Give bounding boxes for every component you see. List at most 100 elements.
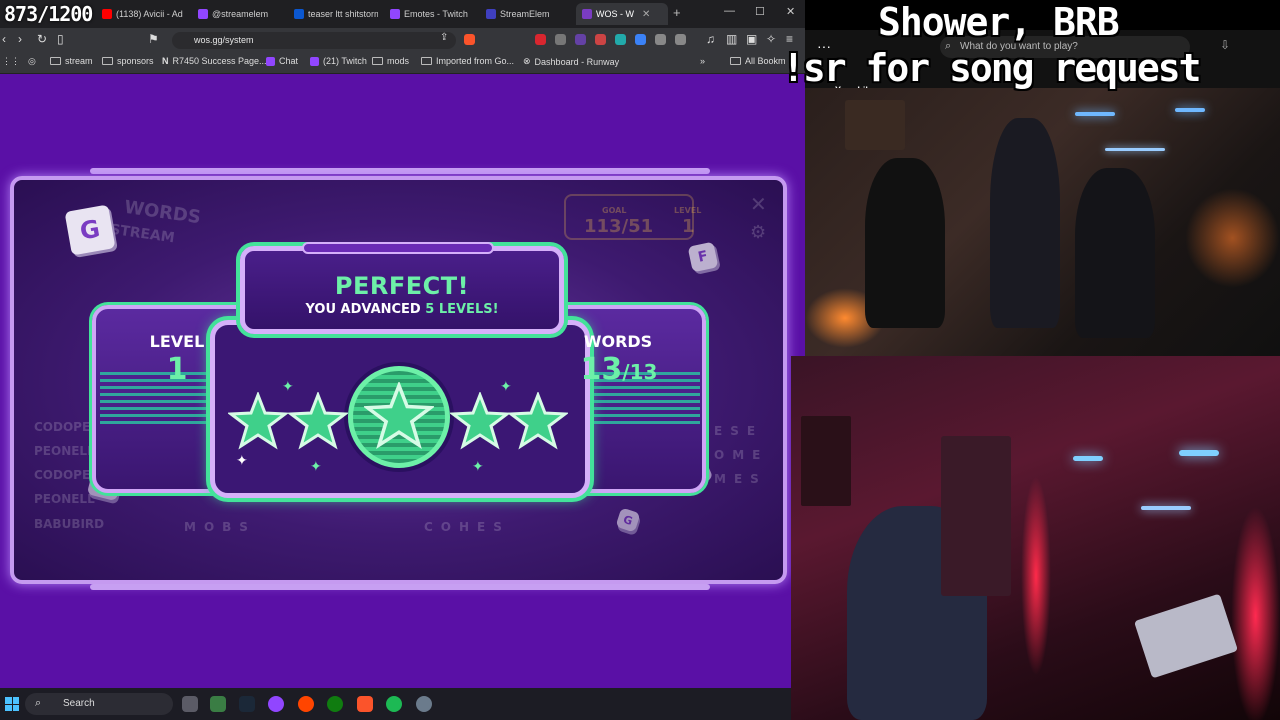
back-icon[interactable]: ‹ — [2, 32, 6, 46]
twitch-icon — [266, 56, 275, 66]
all-bookmarks[interactable]: All Bookm — [730, 56, 786, 66]
address-bar[interactable]: wos.gg/system — [172, 32, 456, 49]
search-icon: ⌕ — [35, 697, 42, 709]
twitch-icon[interactable] — [268, 696, 284, 712]
twitch-icon — [198, 9, 208, 19]
tab-label: StreamElem — [500, 9, 550, 19]
ghost-word: MOBS — [184, 520, 256, 534]
gaming-chair — [865, 158, 945, 328]
close-tab-icon[interactable]: ✕ — [642, 9, 650, 20]
bookmark-chat[interactable]: Chat — [266, 56, 298, 66]
reload-icon[interactable]: ↻ — [37, 32, 47, 46]
star-icon — [288, 392, 348, 450]
ghost-name: PEONELL — [34, 492, 95, 506]
install-icon[interactable]: ⇩ — [1220, 38, 1230, 52]
extension-icon[interactable] — [635, 34, 646, 45]
minecraft-icon[interactable] — [210, 696, 226, 712]
ghost-name: BABUBIRD — [34, 517, 105, 531]
more-bookmarks-icon[interactable]: » — [700, 56, 705, 66]
tab-streamelements-1[interactable]: @streamelem — [192, 3, 282, 25]
streamelements-icon — [486, 9, 496, 19]
wos-icon — [582, 9, 592, 19]
extension-icon[interactable] — [555, 34, 566, 45]
windows-start-icon[interactable] — [5, 697, 19, 711]
task-view-icon[interactable] — [182, 696, 198, 712]
tab-wos[interactable]: WOS - W ✕ — [576, 3, 668, 25]
new-tab-button[interactable]: + — [673, 5, 681, 20]
banner-lights — [302, 242, 494, 254]
obs-icon[interactable] — [298, 696, 314, 712]
steam-icon[interactable] — [239, 696, 255, 712]
song-request-overlay: !sr for song request — [782, 46, 1202, 90]
star-icon — [228, 392, 288, 450]
extension-icon[interactable] — [535, 34, 546, 45]
extension-icon[interactable] — [595, 34, 606, 45]
apps-icon[interactable]: ⋮⋮ — [2, 56, 20, 67]
sidebar-icon[interactable]: ▯ — [57, 32, 64, 46]
level-label-bg: LEVEL — [674, 206, 702, 215]
sidebar-toggle-icon[interactable]: ▥ — [726, 32, 737, 46]
extension-icon[interactable] — [575, 34, 586, 45]
advanced-prefix: YOU ADVANCED — [305, 302, 421, 317]
frame-bottom-bar — [90, 584, 710, 590]
ghost-word: ESE — [714, 424, 764, 438]
brave-icon[interactable] — [357, 696, 373, 712]
ghost-name: CODOPE — [34, 420, 91, 434]
bookmark-imported[interactable]: Imported from Go... — [421, 56, 514, 66]
maximize-button[interactable]: ☐ — [755, 5, 765, 18]
folder-icon — [102, 57, 113, 65]
xbox-icon[interactable] — [327, 696, 343, 712]
bookmark-label: sponsors — [117, 56, 154, 66]
extension-icon[interactable] — [675, 34, 686, 45]
webcam-top — [805, 88, 1280, 356]
bookmark-label: All Bookm — [745, 56, 786, 66]
sparkle-icon: ✦ — [282, 378, 294, 394]
leo-icon[interactable]: ✧ — [766, 32, 776, 46]
globe-icon[interactable]: ◎ — [28, 56, 36, 67]
level-label: LEVEL — [149, 332, 205, 351]
tab-streamelements-2[interactable]: StreamElem — [480, 3, 572, 25]
bookmark-label: (21) Twitch — [323, 56, 367, 66]
bookmark-sponsors[interactable]: sponsors — [102, 56, 154, 66]
bookmark-label: Chat — [279, 56, 299, 66]
logo-stream: STREAM — [109, 221, 176, 247]
bookmark-runway[interactable]: ⊗ Dashboard - Runway — [523, 56, 619, 67]
screen: (1138) Avicii - Ad @streamelem teaser lt… — [0, 0, 1280, 720]
menu-icon[interactable]: ≡ — [786, 32, 793, 46]
extension-icon[interactable] — [655, 34, 666, 45]
media-icon[interactable]: ♫ — [706, 32, 715, 46]
ghost-name: CODOPE — [34, 468, 91, 482]
tab-youtube[interactable]: (1138) Avicii - Ad — [96, 3, 188, 25]
extension-icon[interactable] — [615, 34, 626, 45]
frame-top-bar — [90, 168, 710, 174]
bookmark-stream[interactable]: stream — [50, 56, 93, 66]
goal-value: 113/51 — [584, 216, 654, 237]
ghost-name: PEONELL — [34, 444, 95, 458]
bookmarks-bar: ⋮⋮ ◎ stream sponsors N R7450 Success Page… — [0, 52, 805, 74]
led-light — [1179, 450, 1219, 456]
minimize-button[interactable]: — — [724, 5, 735, 17]
bookmark-r7450[interactable]: N R7450 Success Page... — [162, 56, 267, 66]
close-icon[interactable]: ✕ — [750, 192, 767, 216]
brave-shield-icon[interactable] — [464, 34, 475, 45]
sparkle-icon: ✦ — [472, 458, 484, 474]
settings-icon[interactable]: ⚙ — [750, 222, 766, 243]
bookmark-icon[interactable]: ⚑ — [148, 32, 159, 46]
status-overlay: Shower, BRB — [878, 0, 1120, 44]
taskbar-search[interactable]: Search — [25, 693, 173, 715]
spotify-icon[interactable] — [386, 696, 402, 712]
words-label: WORDS — [583, 332, 653, 351]
tab-teaser[interactable]: teaser ltt shitstorm — [288, 3, 378, 25]
wallet-icon[interactable]: ▣ — [746, 32, 757, 46]
sparkle-icon: ✦ — [500, 378, 512, 394]
tab-emotes[interactable]: Emotes - Twitch — [384, 3, 476, 25]
bookmark-mods[interactable]: mods — [372, 56, 409, 66]
bookmark-twitch[interactable]: (21) Twitch — [310, 56, 367, 66]
tab-label: (1138) Avicii - Ad — [116, 9, 183, 19]
forward-icon[interactable]: › — [18, 32, 22, 46]
words-total: /13 — [622, 360, 658, 384]
letter-die: G — [64, 204, 116, 256]
settings-icon[interactable] — [416, 696, 432, 712]
close-window-button[interactable]: ✕ — [786, 5, 795, 18]
share-icon[interactable]: ⇪ — [440, 32, 448, 43]
